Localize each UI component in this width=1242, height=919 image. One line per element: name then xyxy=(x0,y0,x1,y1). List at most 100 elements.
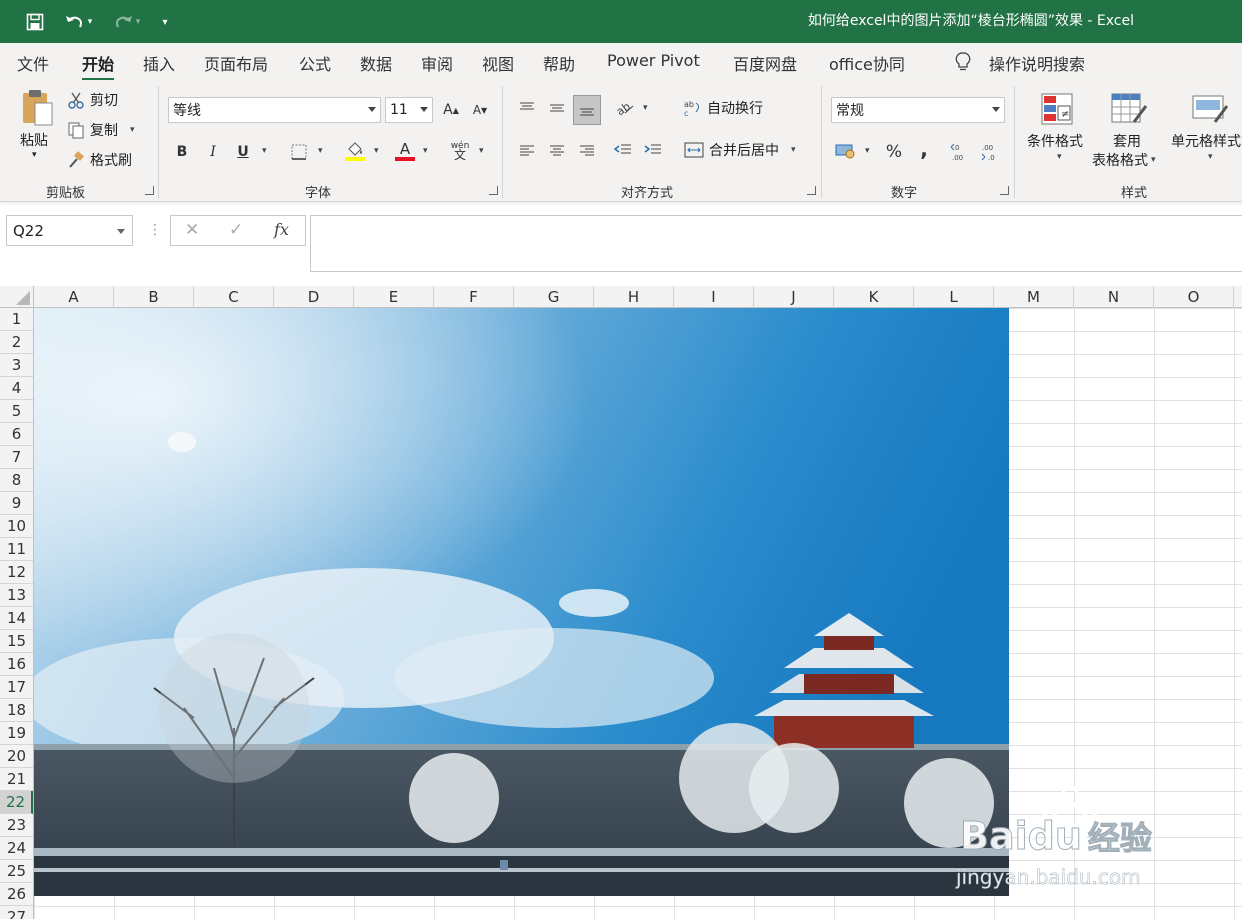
font-color-button[interactable]: A xyxy=(393,138,417,164)
phonetic-dropdown-icon[interactable]: ▾ xyxy=(479,146,484,156)
row-header-6[interactable]: 6 xyxy=(0,423,33,446)
formula-input[interactable] xyxy=(310,215,1242,272)
italic-button[interactable]: I xyxy=(203,140,223,164)
comma-button[interactable]: , xyxy=(912,136,936,162)
copy-button[interactable]: 复制 ▾ xyxy=(67,120,135,140)
increase-font-icon[interactable]: A ▲ xyxy=(440,98,462,122)
select-all-button[interactable] xyxy=(0,286,34,308)
number-launcher-icon[interactable] xyxy=(1000,186,1009,195)
format-painter-button[interactable]: 格式刷 xyxy=(67,150,132,170)
font-size-combo[interactable]: 11 xyxy=(385,97,433,123)
align-middle-icon[interactable] xyxy=(545,96,569,120)
merge-center-button[interactable]: 合并后居中 ▾ xyxy=(684,140,796,160)
row-header-4[interactable]: 4 xyxy=(0,377,33,400)
row-header-7[interactable]: 7 xyxy=(0,446,33,469)
column-header-h[interactable]: H xyxy=(594,286,674,308)
inserted-picture[interactable] xyxy=(34,308,1009,896)
formula-bar-grip-icon[interactable]: ⋮ xyxy=(148,222,162,238)
row-header-21[interactable]: 21 xyxy=(0,768,33,791)
increase-decimal-icon[interactable]: 0.00 xyxy=(949,140,973,164)
row-header-23[interactable]: 23 xyxy=(0,814,33,837)
row-header-25[interactable]: 25 xyxy=(0,860,33,883)
row-header-1[interactable]: 1 xyxy=(0,308,33,331)
save-icon[interactable] xyxy=(24,10,46,34)
column-header-n[interactable]: N xyxy=(1074,286,1154,308)
align-bottom-icon[interactable] xyxy=(573,95,601,125)
accounting-icon[interactable] xyxy=(833,138,859,164)
row-header-17[interactable]: 17 xyxy=(0,676,33,699)
conditional-format-button[interactable]: 条件格式 xyxy=(1027,131,1083,151)
row-header-18[interactable]: 18 xyxy=(0,699,33,722)
cancel-icon[interactable]: ✕ xyxy=(185,220,199,240)
row-header-14[interactable]: 14 xyxy=(0,607,33,630)
column-header-d[interactable]: D xyxy=(274,286,354,308)
tab-data[interactable]: 数据 xyxy=(360,51,392,75)
row-header-22[interactable]: 22 xyxy=(0,791,33,814)
customize-icon[interactable]: ▾ xyxy=(156,10,174,34)
row-header-16[interactable]: 16 xyxy=(0,653,33,676)
fill-color-dropdown-icon[interactable]: ▾ xyxy=(374,146,379,156)
column-header-l[interactable]: L xyxy=(914,286,994,308)
tell-me-search[interactable]: 操作说明搜索 xyxy=(989,51,1085,75)
enter-icon[interactable]: ✓ xyxy=(229,220,243,240)
undo-icon[interactable]: ▾ xyxy=(58,10,98,34)
row-header-19[interactable]: 19 xyxy=(0,722,33,745)
row-header-27[interactable]: 27 xyxy=(0,906,33,919)
underline-dropdown-icon[interactable]: ▾ xyxy=(262,146,267,156)
wrap-text-button[interactable]: ab c 自动换行 xyxy=(684,98,763,118)
fill-color-button[interactable] xyxy=(343,138,367,164)
column-header-f[interactable]: F xyxy=(434,286,514,308)
table-format-button-line2[interactable]: 表格格式 ▾ xyxy=(1092,150,1156,170)
tab-view[interactable]: 视图 xyxy=(482,51,514,75)
insert-function-button[interactable]: fx xyxy=(274,220,289,239)
percent-button[interactable]: % xyxy=(882,140,906,164)
column-header-k[interactable]: K xyxy=(834,286,914,308)
tab-help[interactable]: 帮助 xyxy=(543,51,575,75)
orientation-dropdown-icon[interactable]: ▾ xyxy=(643,103,648,113)
row-header-15[interactable]: 15 xyxy=(0,630,33,653)
align-right-icon[interactable] xyxy=(575,138,599,162)
underline-button[interactable]: U xyxy=(233,140,253,164)
cell-styles-dropdown-icon[interactable]: ▾ xyxy=(1208,152,1213,162)
bold-button[interactable]: B xyxy=(172,140,192,164)
align-top-icon[interactable] xyxy=(515,96,539,120)
tab-home[interactable]: 开始 xyxy=(82,51,115,81)
merge-dropdown-icon[interactable]: ▾ xyxy=(791,145,796,155)
conditional-format-dropdown-icon[interactable]: ▾ xyxy=(1057,152,1062,162)
row-header-2[interactable]: 2 xyxy=(0,331,33,354)
row-header-24[interactable]: 24 xyxy=(0,837,33,860)
tab-office-collab[interactable]: office协同 xyxy=(829,51,905,75)
column-header-o[interactable]: O xyxy=(1154,286,1234,308)
row-header-5[interactable]: 5 xyxy=(0,400,33,423)
tab-baidu-netdisk[interactable]: 百度网盘 xyxy=(733,51,797,75)
accounting-dropdown-icon[interactable]: ▾ xyxy=(865,146,870,156)
font-launcher-icon[interactable] xyxy=(489,186,498,195)
tab-power-pivot[interactable]: Power Pivot xyxy=(607,51,700,70)
decrease-font-icon[interactable]: A ▼ xyxy=(469,98,491,122)
tab-page-layout[interactable]: 页面布局 xyxy=(204,51,268,75)
row-header-9[interactable]: 9 xyxy=(0,492,33,515)
font-color-dropdown-icon[interactable]: ▾ xyxy=(423,146,428,156)
redo-icon[interactable]: ▾ xyxy=(106,10,146,34)
table-format-icon[interactable] xyxy=(1109,90,1149,128)
column-header-c[interactable]: C xyxy=(194,286,274,308)
alignment-launcher-icon[interactable] xyxy=(807,186,816,195)
paste-button[interactable]: 粘贴 xyxy=(20,130,48,150)
column-header-a[interactable]: A xyxy=(34,286,114,308)
conditional-format-icon[interactable]: ≠ xyxy=(1038,90,1076,128)
row-header-20[interactable]: 20 xyxy=(0,745,33,768)
tab-formulas[interactable]: 公式 xyxy=(299,51,331,75)
decrease-decimal-icon[interactable]: .00.0 xyxy=(979,140,1003,164)
copy-dropdown-icon[interactable]: ▾ xyxy=(130,125,135,135)
row-header-13[interactable]: 13 xyxy=(0,584,33,607)
clipboard-launcher-icon[interactable] xyxy=(145,186,154,195)
column-header-i[interactable]: I xyxy=(674,286,754,308)
column-header-b[interactable]: B xyxy=(114,286,194,308)
increase-indent-icon[interactable] xyxy=(641,138,665,162)
row-header-10[interactable]: 10 xyxy=(0,515,33,538)
font-name-combo[interactable]: 等线 xyxy=(168,97,381,123)
orientation-icon[interactable]: ab xyxy=(612,96,638,120)
cell-styles-icon[interactable] xyxy=(1190,90,1230,128)
column-header-e[interactable]: E xyxy=(354,286,434,308)
align-center-icon[interactable] xyxy=(545,138,569,162)
